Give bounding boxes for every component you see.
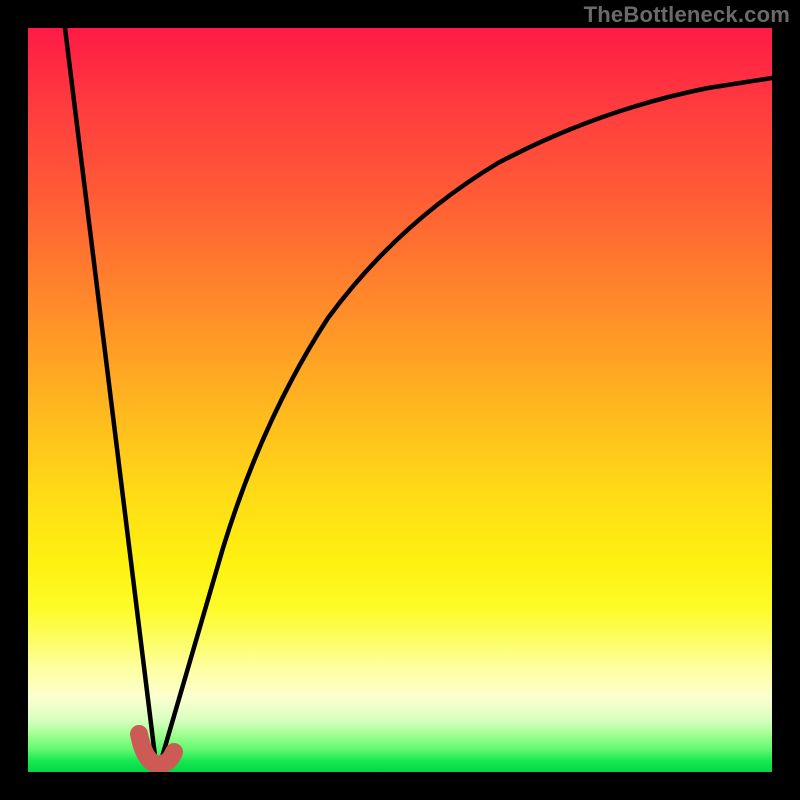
curve-layer (28, 28, 772, 772)
right-rising-curve (160, 78, 772, 764)
watermark-text: TheBottleneck.com (584, 2, 790, 28)
chart-frame: TheBottleneck.com (0, 0, 800, 800)
left-descent-line (65, 28, 156, 764)
plot-area (28, 28, 772, 772)
